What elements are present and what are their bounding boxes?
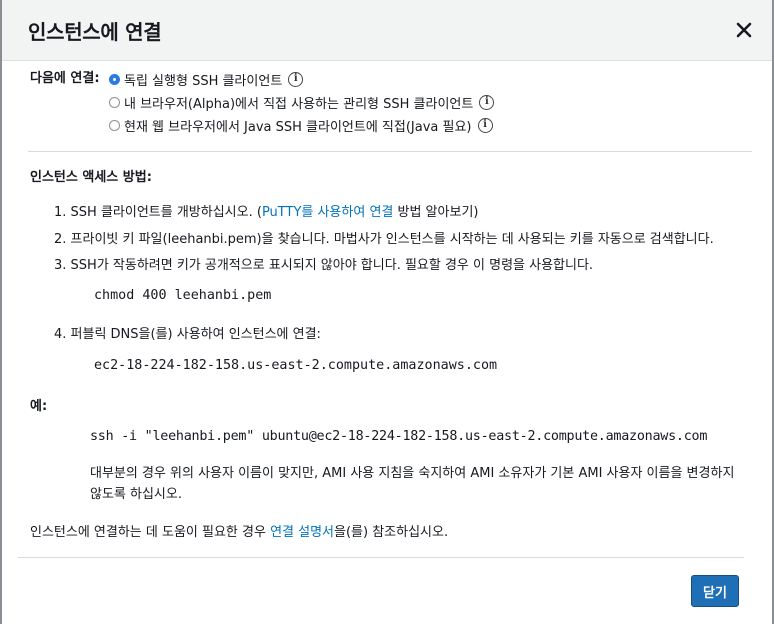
section-divider xyxy=(28,151,752,152)
radio-option-standalone-ssh[interactable]: 독립 실행형 SSH 클라이언트 i xyxy=(109,69,304,89)
dialog-title: 인스턴스에 연결 xyxy=(28,20,162,44)
step-2: 2. 프라이빗 키 파일(leehanbi.pem)을 찾습니다. 마법사가 인… xyxy=(54,232,714,247)
dialog-header: 인스턴스에 연결 xyxy=(2,0,772,61)
info-icon[interactable]: i xyxy=(479,94,495,110)
help-text: 인스턴스에 연결하는 데 도움이 필요한 경우 연결 설명서을(를) 참조하십시… xyxy=(30,525,449,540)
close-button[interactable]: 닫기 xyxy=(691,575,739,607)
access-method-title: 인스턴스 액세스 방법: xyxy=(30,170,152,185)
step-4: 4. 퍼블릭 DNS을(를) 사용하여 인스턴스에 연결: xyxy=(54,327,321,342)
radio-label: 현재 웹 브라우저에서 Java SSH 클라이언트에 직접(Java 필요) xyxy=(124,119,472,135)
radio-button[interactable] xyxy=(109,96,120,108)
chmod-command: chmod 400 leehanbi.pem xyxy=(94,288,272,303)
radio-button[interactable] xyxy=(109,73,120,85)
footer-divider xyxy=(18,557,744,558)
step-3: 3. SSH가 작동하려면 키가 공개적으로 표시되지 않아야 합니다. 필요할… xyxy=(54,258,594,273)
connect-label: 다음에 연결: xyxy=(30,71,100,86)
public-dns: ec2-18-224-182-158.us-east-2.compute.ama… xyxy=(94,358,498,373)
info-icon[interactable]: i xyxy=(288,71,304,87)
radio-label: 내 브라우저(Alpha)에서 직접 사용하는 관리형 SSH 클라이언트 xyxy=(124,96,474,112)
radio-option-java-ssh[interactable]: 현재 웹 브라우저에서 Java SSH 클라이언트에 직접(Java 필요) … xyxy=(109,115,493,135)
radio-label: 독립 실행형 SSH 클라이언트 xyxy=(124,73,283,89)
ssh-command-example: ssh -i "leehanbi.pem" ubuntu@ec2-18-224-… xyxy=(90,429,708,444)
username-note: 대부분의 경우 위의 사용자 이름이 맞지만, AMI 사용 지침을 숙지하여 … xyxy=(90,466,735,502)
putty-guide-link[interactable]: PuTTY를 사용하여 연결 xyxy=(262,205,393,220)
radio-option-browser-ssh[interactable]: 내 브라우저(Alpha)에서 직접 사용하는 관리형 SSH 클라이언트 i xyxy=(109,92,495,112)
close-icon[interactable] xyxy=(732,18,756,42)
radio-button[interactable] xyxy=(109,119,120,131)
step-1: 1. SSH 클라이언트를 개방하십시오. (PuTTY를 사용하여 연결 방법… xyxy=(54,205,479,220)
connection-guide-link[interactable]: 연결 설명서 xyxy=(270,525,334,540)
example-title: 예: xyxy=(30,399,48,414)
connect-instance-dialog: 인스턴스에 연결 다음에 연결: 독립 실행형 SSH 클라이언트 i 내 브라… xyxy=(2,0,772,624)
info-icon[interactable]: i xyxy=(477,117,493,133)
